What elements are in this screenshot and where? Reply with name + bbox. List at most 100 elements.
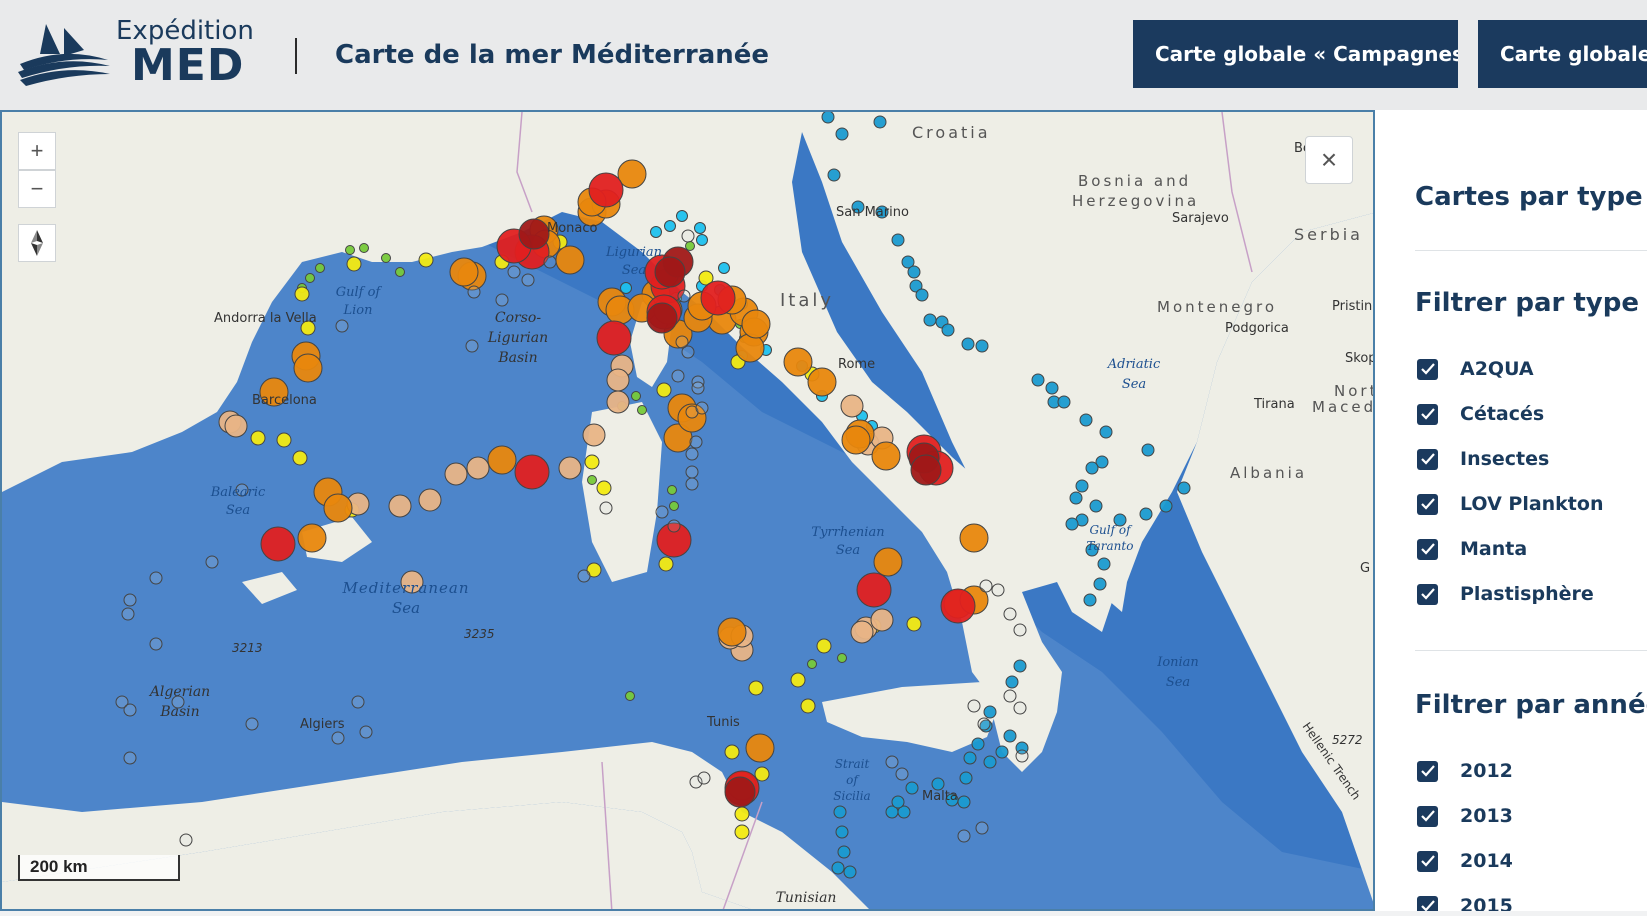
label-albania: Albania [1230,464,1307,482]
type-filter-label: Manta [1460,538,1528,560]
year-filter-checkbox-row[interactable]: 2013 [1417,803,1513,829]
page-title: Carte de la mer Méditerranée [335,40,770,70]
checked-checkbox[interactable] [1417,850,1438,872]
label-pristina: Pristina [1332,299,1375,314]
type-filter-checkbox-row[interactable]: Insectes [1417,446,1549,472]
logo[interactable]: Expédition MED [16,14,256,94]
type-filter-checkbox-row[interactable]: A2QUA [1417,356,1534,382]
label-corso-2: Ligurian [487,330,548,346]
label-balearic-2: Sea [226,503,250,518]
type-filter-label: Cétacés [1460,403,1545,425]
type-filter-label: LOV Plankton [1460,493,1604,515]
check-icon [1420,543,1435,555]
check-icon [1420,765,1435,777]
checked-checkbox[interactable] [1417,805,1438,827]
checked-checkbox[interactable] [1417,358,1438,380]
zoom-out-button[interactable]: − [18,170,56,208]
label-corso-3: Basin [497,350,537,366]
cartes-par-type-heading: Cartes par type [1415,182,1643,212]
type-filter-checkbox-row[interactable]: Cétacés [1417,401,1544,427]
checked-checkbox[interactable] [1417,895,1438,911]
checked-checkbox[interactable] [1417,448,1438,470]
label-tyrrhenian-1: Tyrrhenian [811,525,884,540]
label-sarajevo: Sarajevo [1172,211,1229,226]
label-adriatic-2: Sea [1122,377,1146,392]
header-divider [295,38,297,74]
boat-logo-icon [18,24,110,86]
label-malta: Malta [922,789,958,804]
compass-button[interactable] [18,224,56,262]
label-balearic-1: Balearic [210,485,266,500]
year-filter-label: 2012 [1460,760,1513,782]
label-strait-2: of [846,773,860,787]
check-icon [1420,855,1435,867]
close-map-button[interactable]: × [1305,136,1353,184]
check-icon [1420,900,1435,911]
label-ligurian-2: Sea [622,263,646,278]
zoom-in-button[interactable]: + [18,132,56,170]
check-icon [1420,498,1435,510]
label-tunis: Tunis [706,715,740,730]
check-icon [1420,408,1435,420]
check-icon [1420,453,1435,465]
header: Expédition MED Carte de la mer Méditerra… [0,0,1647,110]
panel-divider [1415,650,1647,651]
panel-divider [1415,250,1647,251]
label-barcelona: Barcelona [252,393,317,408]
label-andorra: Andorra la Vella [214,311,317,326]
checked-checkbox[interactable] [1417,583,1438,605]
label-taranto-1: Gulf of [1089,523,1133,537]
checked-checkbox[interactable] [1417,538,1438,560]
label-strait-1: Strait [835,757,870,771]
label-monaco: Monaco [547,221,598,236]
label-ionian-1: Ionian [1156,655,1199,670]
filtrer-par-type-heading: Filtrer par type [1415,288,1639,318]
type-filter-checkbox-row[interactable]: Plastisphère [1417,581,1594,607]
map-labels-layer: Croatia Bosnia and Herzegovina Serbia Mo… [148,123,1375,906]
label-depth-5272: 5272 [1332,733,1363,747]
label-montenegro: Montenegro [1157,298,1277,316]
label-rome: Rome [838,357,875,372]
carte-globale-campagnes-button[interactable]: Carte globale « Campagnes » [1133,20,1458,88]
year-filter-checkbox-row[interactable]: 2015 [1417,893,1513,911]
label-croatia: Croatia [912,123,991,142]
type-filter-label: Plastisphère [1460,583,1594,605]
checked-checkbox[interactable] [1417,493,1438,515]
checked-checkbox[interactable] [1417,760,1438,782]
scale-bar: 200 km [18,855,180,881]
label-depth-3213: 3213 [232,641,263,655]
filtrer-par-annee-heading: Filtrer par année [1415,690,1647,720]
year-filter-checkbox-row[interactable]: 2012 [1417,758,1513,784]
label-macedo: Macedo [1312,398,1375,416]
label-med-2: Sea [392,599,420,617]
filter-panel: Cartes par type Filtrer par type A2QUA Cé… [1375,110,1647,911]
type-filter-checkbox-row[interactable]: Manta [1417,536,1527,562]
label-strait-3: Sicilia [833,789,870,803]
label-serbia: Serbia [1294,225,1363,244]
compass-icon [31,230,43,256]
label-skop: Skop [1345,351,1375,366]
label-corso-1: Corso- [495,310,541,326]
type-filter-checkbox-row[interactable]: LOV Plankton [1417,491,1603,517]
label-tunisian: Tunisian [776,890,837,906]
label-algerian-2: Basin [159,704,199,720]
type-filter-label: Insectes [1460,448,1550,470]
year-filter-checkbox-row[interactable]: 2014 [1417,848,1513,874]
checked-checkbox[interactable] [1417,403,1438,425]
label-g: G [1360,561,1370,576]
label-bosnia-1: Bosnia and [1078,172,1191,190]
map-view[interactable]: Croatia Bosnia and Herzegovina Serbia Mo… [0,110,1375,911]
label-ionian-2: Sea [1166,675,1190,690]
label-podgorica: Podgorica [1225,321,1289,336]
label-algiers: Algiers [300,717,345,732]
check-icon [1420,810,1435,822]
label-tirana: Tirana [1253,397,1295,412]
year-filter-label: 2015 [1460,895,1513,911]
label-med-1: Mediterranean [342,579,470,597]
label-tyrrhenian-2: Sea [836,543,860,558]
carte-globale-annees-button[interactable]: Carte globale « Années » [1478,20,1647,88]
label-italy: Italy [780,290,834,311]
label-depth-3235: 3235 [464,627,495,641]
label-gulf-lion-1: Gulf of [336,285,383,300]
label-adriatic-1: Adriatic [1107,357,1161,372]
